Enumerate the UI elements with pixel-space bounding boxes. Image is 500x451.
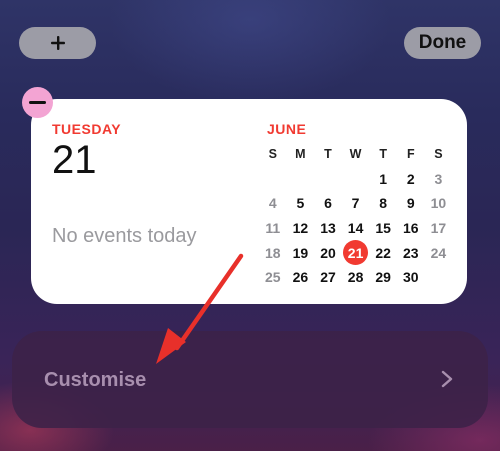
today-highlight: 21	[343, 240, 369, 266]
empty-day-cell	[342, 167, 370, 192]
day-cell: 5	[296, 195, 305, 212]
day-cell: 3	[434, 170, 443, 187]
day-cell: 6	[324, 195, 332, 212]
day-cell: 1	[379, 170, 388, 187]
day-cell: 4	[268, 195, 277, 212]
weekday-header: M	[295, 147, 306, 162]
weekday-header: W	[349, 147, 362, 162]
weekday-header: F	[406, 147, 415, 162]
day-cell: 30	[402, 269, 419, 286]
empty-day-cell	[314, 167, 342, 192]
today-cell: 21	[342, 240, 370, 266]
minus-icon	[29, 101, 46, 104]
day-cell: 9	[406, 195, 415, 212]
plus-icon	[50, 36, 65, 50]
day-cell: 17	[430, 220, 447, 237]
day-cell: 24	[430, 244, 447, 261]
chevron-right-icon	[441, 370, 453, 388]
day-cell: 16	[402, 220, 419, 237]
month-calendar-grid: S M T W T F S 1 2 3 4 5 6 7 8 9 10 11 12 13 14 15 16 17 18 19 20 21…	[259, 142, 452, 290]
month-name: JUNE	[267, 121, 307, 137]
day-cell: 8	[379, 195, 388, 212]
day-cell: 11	[265, 220, 281, 237]
day-cell: 7	[351, 195, 360, 212]
day-cell: 15	[375, 220, 391, 237]
day-cell: 12	[292, 220, 309, 237]
empty-day-cell	[259, 167, 287, 192]
customise-button[interactable]: Customise	[12, 331, 488, 428]
day-name: TUESDAY	[52, 121, 122, 137]
day-cell: 20	[320, 244, 336, 261]
day-cell: 27	[320, 269, 336, 286]
day-cell: 2	[406, 170, 415, 187]
no-events-text: No events today	[52, 225, 197, 247]
weekday-header: T	[324, 147, 332, 162]
customise-label: Customise	[44, 369, 147, 391]
remove-widget-button[interactable]	[22, 87, 53, 118]
day-cell: 29	[375, 269, 391, 286]
day-cell: 25	[265, 269, 281, 286]
day-cell: 26	[292, 269, 309, 286]
day-cell: 19	[292, 244, 309, 261]
day-cell: 18	[265, 244, 281, 261]
weekday-header: S	[434, 147, 443, 162]
weekday-header: S	[268, 147, 277, 162]
empty-day-cell	[425, 265, 453, 290]
done-button[interactable]: Done	[404, 27, 481, 59]
day-cell: 13	[320, 220, 336, 237]
day-cell: 28	[347, 269, 364, 286]
day-cell: 14	[347, 220, 364, 237]
day-number: 21	[52, 138, 97, 182]
empty-day-cell	[287, 167, 315, 192]
day-cell: 10	[430, 195, 447, 212]
day-cell: 23	[402, 244, 419, 261]
weekday-header: T	[379, 147, 387, 162]
add-widget-button[interactable]	[19, 27, 96, 59]
day-cell: 22	[375, 244, 391, 261]
